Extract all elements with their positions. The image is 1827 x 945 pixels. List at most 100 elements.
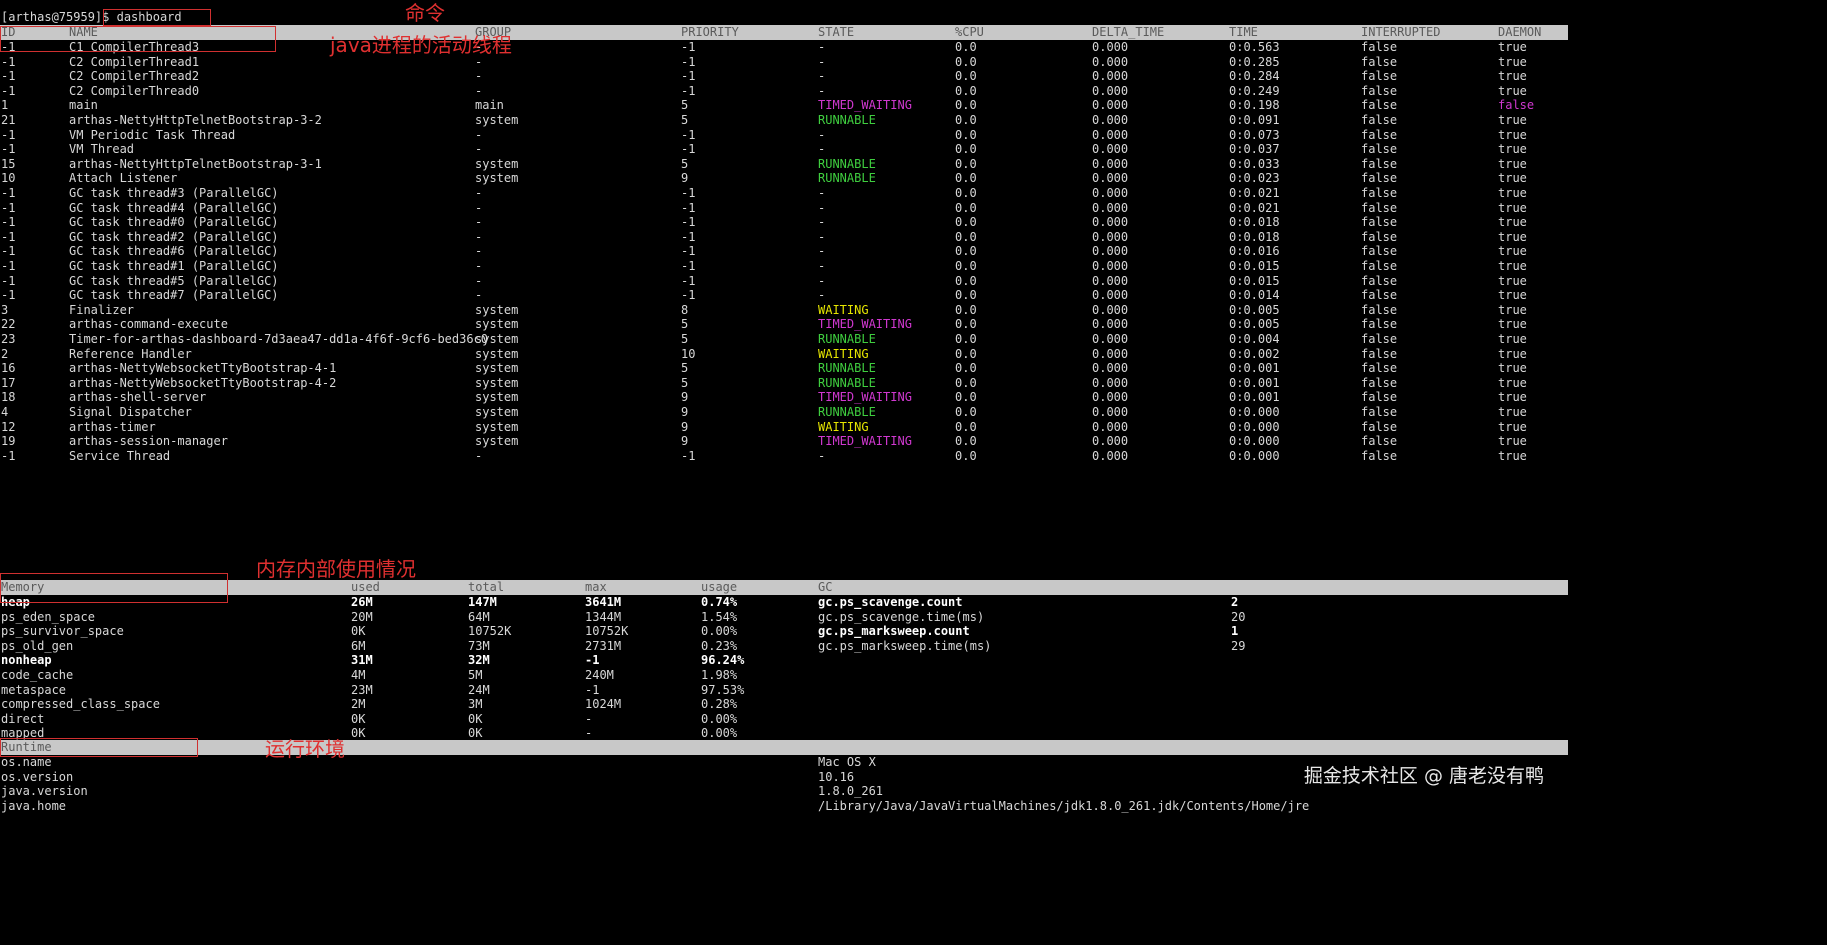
thread-state: WAITING bbox=[818, 302, 869, 317]
thread-interrupted: false bbox=[1361, 54, 1398, 69]
thread-priority: -1 bbox=[681, 288, 696, 303]
thread-group: system bbox=[475, 434, 519, 449]
thread-row: 12 arthas-timer system 9 WAITING 0.0 0.000 0:0.… bbox=[0, 420, 1568, 435]
thread-interrupted: false bbox=[1361, 434, 1398, 449]
memory-total: 5M bbox=[468, 668, 483, 682]
thread-state: - bbox=[818, 69, 826, 84]
thread-interrupted: false bbox=[1361, 244, 1398, 259]
thread-name: arthas-session-manager bbox=[69, 434, 228, 449]
thread-row: -1 C2 CompilerThread1- -1-0.0 0.000 0:0.285 f… bbox=[0, 55, 1568, 70]
thread-priority: 5 bbox=[681, 332, 689, 346]
thread-name: GC task thread#2 (ParallelGC) bbox=[69, 229, 279, 244]
thread-daemon: true bbox=[1498, 69, 1527, 84]
memory-usage: 0.23% bbox=[701, 638, 738, 653]
thread-name: Timer-for-arthas-dashboard-7d3aea47-dd1a… bbox=[69, 332, 489, 346]
memory-total: 73M bbox=[468, 638, 490, 653]
thread-name: GC task thread#0 (ParallelGC) bbox=[69, 215, 279, 230]
memory-max: 3641M bbox=[585, 595, 622, 609]
memory-usage: 96.24% bbox=[701, 653, 745, 668]
thread-interrupted: false bbox=[1361, 288, 1398, 303]
memory-usage: 0.00% bbox=[701, 624, 738, 639]
memory-total: 3M bbox=[468, 697, 483, 712]
thread-daemon: true bbox=[1498, 244, 1527, 259]
thread-cpu: 0.0 bbox=[955, 419, 977, 434]
thread-time: 0:0.249 bbox=[1229, 83, 1280, 98]
thread-time: 0:0.015 bbox=[1229, 273, 1280, 288]
thread-priority: 8 bbox=[681, 302, 689, 317]
thread-id: 22 bbox=[1, 317, 16, 332]
runtime-key: os.name bbox=[1, 755, 52, 769]
annotation-memory: 内存内部使用情况 bbox=[256, 557, 416, 581]
thread-interrupted: false bbox=[1361, 83, 1398, 98]
thread-state: RUNNABLE bbox=[818, 361, 876, 376]
thread-daemon: true bbox=[1498, 200, 1527, 215]
memory-used: 23M bbox=[351, 682, 373, 697]
memory-usage: 97.53% bbox=[701, 682, 745, 697]
thread-delta-time: 0.000 bbox=[1092, 346, 1129, 361]
thread-group: - bbox=[475, 215, 483, 230]
thread-delta-time: 0.000 bbox=[1092, 156, 1129, 171]
memory-name: ps_survivor_space bbox=[1, 624, 124, 639]
memory-row: ps_eden_space 20M 64M 1344M 1.54% bbox=[0, 610, 1568, 625]
thread-priority: -1 bbox=[681, 142, 696, 157]
thread-group: - bbox=[475, 142, 483, 157]
runtime-key: java.version bbox=[1, 784, 88, 799]
thread-delta-time: 0.000 bbox=[1092, 229, 1129, 244]
memory-name: ps_old_gen bbox=[1, 638, 74, 653]
thread-state: - bbox=[818, 215, 826, 230]
thread-cpu: 0.0 bbox=[955, 361, 977, 376]
memory-name: metaspace bbox=[1, 682, 67, 697]
thread-name: Reference Handler bbox=[69, 346, 192, 361]
thread-cpu: 0.0 bbox=[955, 375, 977, 390]
thread-id: 19 bbox=[1, 434, 16, 449]
memory-name: ps_eden_space bbox=[1, 609, 95, 624]
thread-cpu: 0.0 bbox=[955, 171, 977, 186]
thread-name: arthas-shell-server bbox=[69, 390, 207, 405]
thread-time: 0:0.001 bbox=[1229, 361, 1280, 376]
thread-state: TIMED_WAITING bbox=[818, 390, 912, 405]
thread-group: - bbox=[475, 244, 483, 259]
thread-interrupted: false bbox=[1361, 273, 1398, 288]
thread-priority: -1 bbox=[681, 259, 696, 273]
thread-priority: 5 bbox=[681, 361, 689, 376]
thread-time: 0:0.021 bbox=[1229, 186, 1280, 200]
thread-time: 0:0.018 bbox=[1229, 215, 1280, 230]
thread-daemon: true bbox=[1498, 332, 1527, 346]
thread-daemon: true bbox=[1498, 434, 1527, 449]
thread-delta-time: 0.000 bbox=[1092, 361, 1129, 376]
thread-cpu: 0.0 bbox=[955, 273, 977, 288]
memory-total: 10752K bbox=[468, 624, 512, 639]
runtime-value: Mac OS X bbox=[818, 755, 876, 769]
thread-id: -1 bbox=[1, 127, 16, 142]
threads-header-time: TIME bbox=[1229, 25, 1258, 39]
thread-name: arthas-NettyHttpTelnetBootstrap-3-1 bbox=[69, 156, 322, 171]
thread-group: - bbox=[475, 448, 483, 463]
thread-group: system bbox=[475, 419, 519, 434]
thread-interrupted: false bbox=[1361, 375, 1398, 390]
thread-name: GC task thread#1 (ParallelGC) bbox=[69, 259, 279, 273]
thread-id: 2 bbox=[1, 346, 9, 361]
thread-id: -1 bbox=[1, 200, 16, 215]
memory-max: 10752K bbox=[585, 624, 629, 639]
thread-priority: 5 bbox=[681, 98, 689, 113]
thread-time: 0:0.005 bbox=[1229, 317, 1280, 332]
thread-priority: 9 bbox=[681, 171, 689, 186]
thread-id: 15 bbox=[1, 156, 16, 171]
thread-time: 0:0.000 bbox=[1229, 448, 1280, 463]
thread-state: WAITING bbox=[818, 346, 869, 361]
thread-group: system bbox=[475, 302, 519, 317]
thread-time: 0:0.000 bbox=[1229, 434, 1280, 449]
thread-id: -1 bbox=[1, 142, 16, 157]
thread-delta-time: 0.000 bbox=[1092, 448, 1129, 463]
watermark: 掘金技术社区 @ 唐老没有鸭 bbox=[1303, 765, 1544, 787]
thread-state: - bbox=[818, 142, 826, 157]
thread-row: -1 GC task thread#5 (ParallelGC) - -1 - 0.0 0.… bbox=[0, 274, 1568, 289]
thread-name: C2 CompilerThread0 bbox=[69, 83, 200, 98]
thread-delta-time: 0.000 bbox=[1092, 302, 1129, 317]
thread-cpu: 0.0 bbox=[955, 332, 977, 346]
memory-used: 2M bbox=[351, 697, 366, 712]
thread-group: - bbox=[475, 200, 483, 215]
thread-time: 0:0.001 bbox=[1229, 390, 1280, 405]
thread-delta-time: 0.000 bbox=[1092, 127, 1129, 142]
thread-state: RUNNABLE bbox=[818, 405, 876, 419]
